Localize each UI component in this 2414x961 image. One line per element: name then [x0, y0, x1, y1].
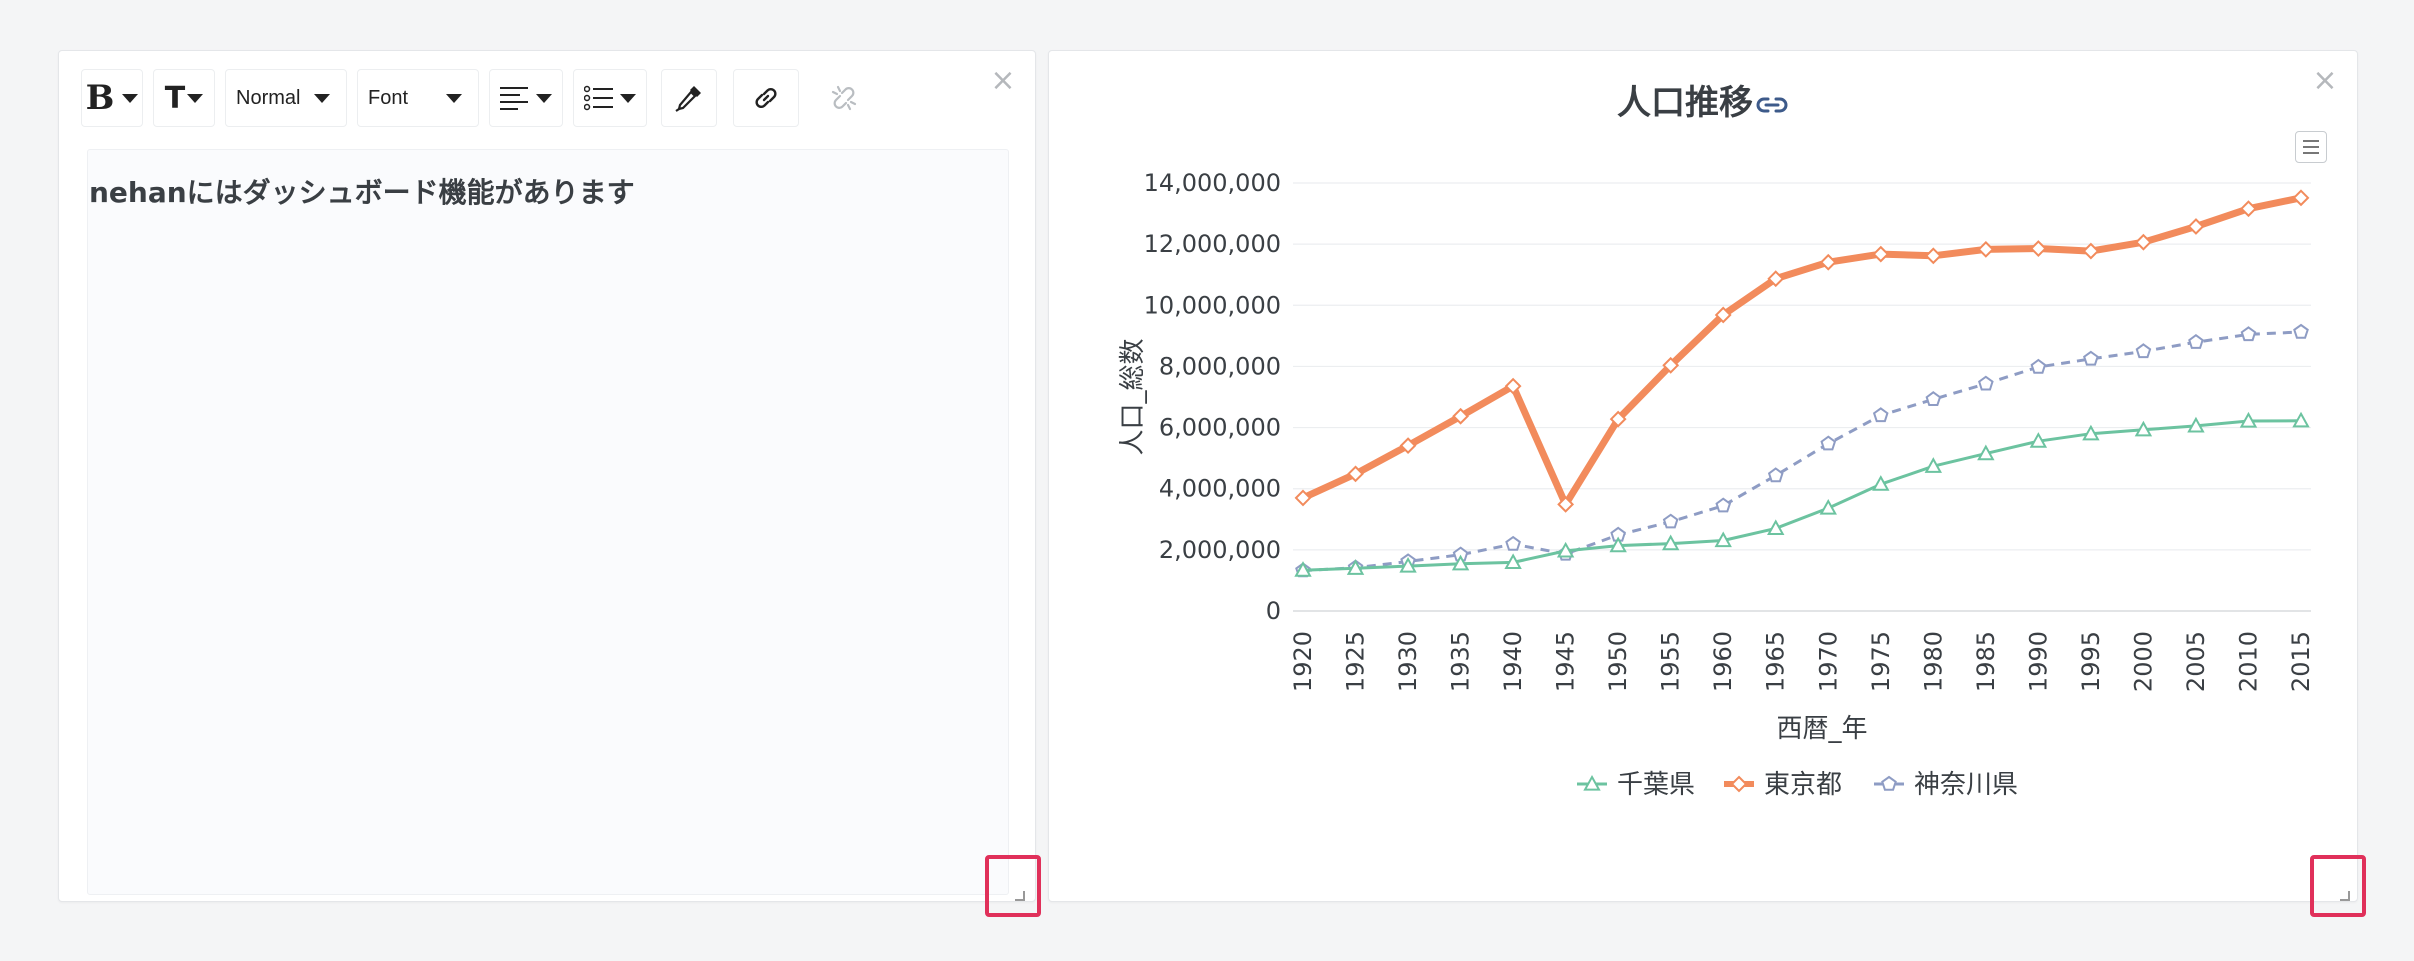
x-tick-label: 1930 — [1394, 631, 1422, 692]
y-tick-label: 2,000,000 — [1159, 536, 1281, 564]
color-picker-button[interactable] — [661, 69, 717, 127]
x-tick-label: 1980 — [1919, 631, 1947, 692]
x-tick-label: 1955 — [1657, 631, 1685, 692]
resize-grip-icon — [2340, 891, 2350, 901]
data-point — [1872, 407, 1889, 423]
data-point — [1872, 245, 1890, 263]
unlink-button[interactable] — [811, 69, 877, 127]
legend-label: 神奈川県 — [1914, 770, 2018, 800]
legend-marker — [1730, 775, 1748, 793]
chevron-down-icon — [620, 93, 636, 103]
data-point — [2188, 333, 2204, 349]
rich-text-editor[interactable] — [87, 149, 1009, 895]
chart-panel: × 人口推移 0 2,000,000 4,000,000 6,000,000 8,000… — [1048, 50, 2358, 902]
x-tick-label: 1940 — [1499, 631, 1527, 692]
x-tick-label: 2005 — [2182, 631, 2210, 692]
data-point — [2292, 189, 2310, 207]
eyedropper-icon — [675, 86, 701, 112]
list-button[interactable] — [573, 69, 647, 127]
bold-button[interactable]: B — [81, 69, 143, 127]
data-point — [1820, 435, 1837, 451]
data-point — [1978, 375, 1994, 391]
legend-marker — [1881, 775, 1897, 791]
legend-label: 東京都 — [1764, 770, 1842, 800]
data-point — [1662, 513, 1679, 529]
series-line — [1302, 330, 2302, 573]
data-point — [1715, 497, 1732, 513]
y-tick-label: 6,000,000 — [1159, 414, 1281, 442]
data-point — [1924, 247, 1942, 265]
chart-resize-handle[interactable] — [2310, 855, 2366, 917]
series-line — [1302, 419, 2302, 572]
unlink-icon — [831, 85, 857, 111]
y-tick-label: 14,000,000 — [1144, 169, 1281, 197]
chevron-down-icon — [536, 93, 552, 103]
data-point — [1767, 467, 1784, 483]
x-tick-label: 1995 — [2077, 631, 2105, 692]
y-axis-title: 人口_総数 — [1118, 338, 1148, 455]
x-tick-label: 1945 — [1552, 631, 1580, 692]
y-tick-label: 0 — [1266, 597, 1281, 625]
x-tick-label: 1925 — [1342, 631, 1370, 692]
font-select-value: Font — [368, 86, 409, 109]
data-point — [2293, 323, 2309, 339]
x-tick-label: 1970 — [1814, 631, 1842, 692]
size-select-value: Normal — [236, 86, 301, 109]
text-size-button[interactable]: T — [153, 69, 215, 127]
line-chart: 0 2,000,000 4,000,000 6,000,000 8,000,000 10,… — [1118, 169, 2315, 800]
link-icon — [755, 87, 777, 109]
y-tick-label: 10,000,000 — [1144, 291, 1281, 319]
y-tick-label: 4,000,000 — [1159, 475, 1281, 503]
y-tick-label: 12,000,000 — [1144, 230, 1281, 258]
x-tick-label: 1935 — [1447, 631, 1475, 692]
x-tick-label: 1985 — [1972, 631, 2000, 692]
legend-label: 千葉県 — [1617, 770, 1695, 800]
x-tick-label: 1920 — [1289, 631, 1317, 692]
chevron-down-icon — [187, 93, 204, 103]
x-tick-label: 1975 — [1867, 631, 1895, 692]
x-tick-label: 2015 — [2287, 631, 2315, 692]
editor-content-text: nehanにはダッシュボード機能があります — [89, 176, 635, 209]
data-point — [1505, 535, 1521, 551]
x-tick-label: 2010 — [2234, 631, 2262, 692]
x-axis-title: 西暦_年 — [1776, 714, 1867, 744]
data-point — [1925, 391, 1942, 406]
x-tick-label: 1965 — [1762, 631, 1790, 692]
x-tick-label: 1960 — [1709, 631, 1737, 692]
data-point — [2135, 343, 2152, 359]
close-icon[interactable]: × — [989, 66, 1017, 96]
data-point — [2082, 242, 2100, 260]
bulleted-list-icon — [584, 85, 613, 111]
size-select[interactable]: Normal — [225, 69, 347, 127]
editor-resize-handle[interactable] — [985, 855, 1041, 917]
x-tick-label: 1950 — [1604, 631, 1632, 692]
align-button[interactable] — [489, 69, 563, 127]
chevron-down-icon — [314, 93, 331, 103]
text-editor-panel: B T Normal Font × nehanにはダッシュボード機能があります — [58, 50, 1036, 902]
y-tick-label: 8,000,000 — [1159, 352, 1281, 380]
data-point — [2030, 358, 2047, 374]
data-point — [2240, 326, 2257, 342]
data-point — [2083, 350, 2099, 366]
chevron-down-icon — [446, 93, 463, 103]
x-tick-label: 2000 — [2129, 631, 2157, 692]
bold-label: B — [85, 78, 115, 118]
font-select[interactable]: Font — [357, 69, 479, 127]
resize-grip-icon — [1015, 891, 1025, 901]
insert-link-button[interactable] — [733, 69, 799, 127]
text-size-label: T — [164, 80, 186, 116]
chevron-down-icon — [122, 93, 139, 103]
align-left-icon — [500, 87, 528, 110]
x-tick-label: 1990 — [2024, 631, 2052, 692]
